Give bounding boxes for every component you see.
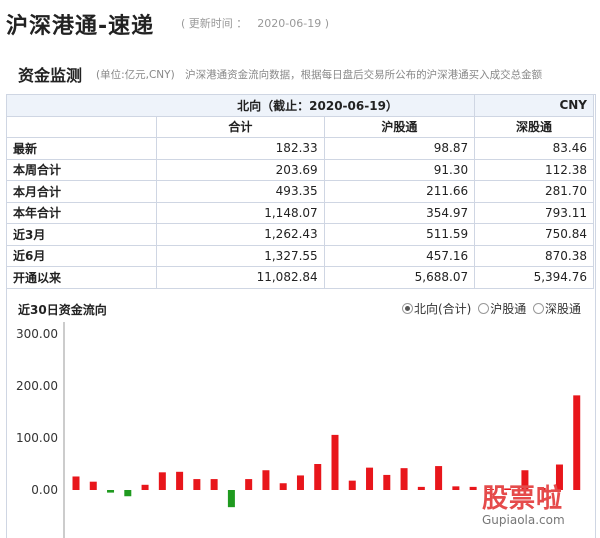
- cell-sz: 83.46: [474, 137, 594, 160]
- y-tick-label: 300.00: [16, 327, 58, 341]
- table-row: 近3月 1,262.43 511.59 750.84: [6, 223, 594, 246]
- radio-sz-connect[interactable]: 深股通: [533, 300, 581, 317]
- table-row: 本月合计 493.35 211.66 281.70: [6, 180, 594, 203]
- table-row: 最新 182.33 98.87 83.46: [6, 137, 594, 160]
- chart-bar: [296, 475, 304, 490]
- column-header-sz: 深股通: [474, 115, 594, 138]
- cell-total: 1,148.07: [156, 201, 325, 224]
- radio-unchecked-icon: [533, 303, 545, 314]
- row-label: 近3月: [6, 223, 157, 246]
- cell-sz: 5,394.76: [474, 266, 594, 289]
- chart-bar: [72, 476, 80, 490]
- radio-checked-icon: [402, 303, 413, 314]
- chart-bar: [124, 490, 132, 497]
- cell-total: 1,327.55: [156, 244, 325, 267]
- cell-sh: 211.66: [323, 180, 476, 203]
- table-caption: 北向（截止：2020-06-19）: [5, 94, 476, 117]
- radio-northbound-total[interactable]: 北向(合计): [402, 300, 471, 317]
- chart-bar: [417, 486, 425, 490]
- chart-bar: [331, 434, 339, 490]
- chart-bar: [262, 470, 270, 490]
- row-label: 本周合计: [6, 158, 157, 181]
- row-label: 近6月: [6, 244, 157, 267]
- cell-total: 11,082.84: [156, 266, 325, 289]
- section-title: 资金监测: [18, 66, 83, 85]
- y-tick-label: 0.00: [31, 483, 58, 497]
- radio-sh-connect[interactable]: 沪股通: [478, 300, 526, 317]
- row-label: 本年合计: [6, 201, 157, 224]
- chart-bar: [245, 479, 253, 490]
- row-label: 最新: [6, 137, 157, 160]
- chart-bar: [452, 486, 460, 490]
- cell-sz: 281.70: [474, 180, 594, 203]
- chart-bar: [469, 486, 477, 490]
- table-row: 近6月 1,327.55 457.16 870.38: [6, 244, 594, 267]
- section-header: 资金监测 (单位:亿元,CNY) 沪深港通资金流向数据，根据每日盘后交易所公布的…: [0, 58, 600, 88]
- cell-sz: 112.38: [474, 158, 594, 181]
- header-blank: [6, 115, 157, 138]
- cell-total: 182.33: [156, 137, 325, 160]
- radio-label: 北向(合计): [414, 302, 472, 316]
- chart-bar: [573, 395, 581, 490]
- cell-sh: 354.97: [323, 201, 476, 224]
- y-tick-label: 200.00: [16, 379, 58, 393]
- chart-bar: [158, 472, 166, 490]
- chart-bar: [107, 490, 115, 493]
- row-label: 本月合计: [6, 180, 157, 203]
- cell-sh: 5,688.07: [323, 266, 476, 289]
- cell-sz: 793.11: [474, 201, 594, 224]
- update-label: ( 更新时间 ：: [181, 17, 248, 30]
- chart-bar: [279, 483, 287, 490]
- watermark-url: Gupiaola.com: [482, 513, 565, 527]
- flow-table: 北向（截止：2020-06-19） CNY 合计 沪股通 深股通 最新 182.…: [5, 94, 594, 289]
- chart-bar: [210, 479, 218, 490]
- column-header-sh: 沪股通: [323, 115, 476, 138]
- chart-bar: [314, 464, 322, 490]
- y-tick-label: 100.00: [16, 431, 58, 445]
- cell-total: 203.69: [156, 158, 325, 181]
- cell-total: 493.35: [156, 180, 325, 203]
- table-row: 本年合计 1,148.07 354.97 793.11: [6, 201, 594, 224]
- chart-bar: [176, 471, 184, 490]
- cell-sh: 511.59: [323, 223, 476, 246]
- table-header-row: 合计 沪股通 深股通: [6, 115, 594, 138]
- chart-bar: [366, 467, 374, 490]
- update-date: 2020-06-19 ): [257, 17, 330, 30]
- table-row: 开通以来 11,082.84 5,688.07 5,394.76: [6, 266, 594, 289]
- chart-bar: [348, 480, 356, 490]
- cell-total: 1,262.43: [156, 223, 325, 246]
- currency-label: CNY: [474, 94, 594, 117]
- watermark-logo: 股票啦: [482, 484, 564, 514]
- cell-sz: 750.84: [474, 223, 594, 246]
- watermark: 股票啦 Gupiaola.com: [482, 478, 565, 527]
- cell-sh: 91.30: [323, 158, 476, 181]
- table-row: 本周合计 203.69 91.30 112.38: [6, 158, 594, 181]
- radio-label: 沪股通: [490, 302, 527, 316]
- chart-title: 近30日资金流向: [18, 303, 107, 317]
- chart-bar: [141, 484, 149, 490]
- chart-bar: [89, 481, 97, 490]
- row-label: 开通以来: [6, 266, 157, 289]
- cell-sh: 98.87: [323, 137, 476, 160]
- chart-bar: [193, 479, 201, 490]
- update-time: ( 更新时间 ： 2020-06-19 ): [181, 15, 329, 31]
- chart-bar: [400, 468, 408, 490]
- flow-type-selector: 北向(合计) 沪股通 深股通: [402, 300, 584, 317]
- chart-bar: [435, 466, 443, 490]
- radio-label: 深股通: [545, 302, 582, 316]
- radio-unchecked-icon: [478, 303, 490, 314]
- chart-bar: [383, 474, 391, 490]
- column-header-total: 合计: [156, 115, 325, 138]
- cell-sh: 457.16: [323, 244, 476, 267]
- chart-bar: [227, 490, 235, 508]
- cell-sz: 870.38: [474, 244, 594, 267]
- section-description: (单位:亿元,CNY) 沪深港通资金流向数据，根据每日盘后交易所公布的沪深港通买…: [96, 69, 543, 81]
- page-title: 沪深港通-速递: [6, 14, 155, 39]
- page-header: 沪深港通-速递 ( 更新时间 ： 2020-06-19 ): [0, 0, 600, 44]
- table-caption-row: 北向（截止：2020-06-19） CNY: [5, 94, 594, 117]
